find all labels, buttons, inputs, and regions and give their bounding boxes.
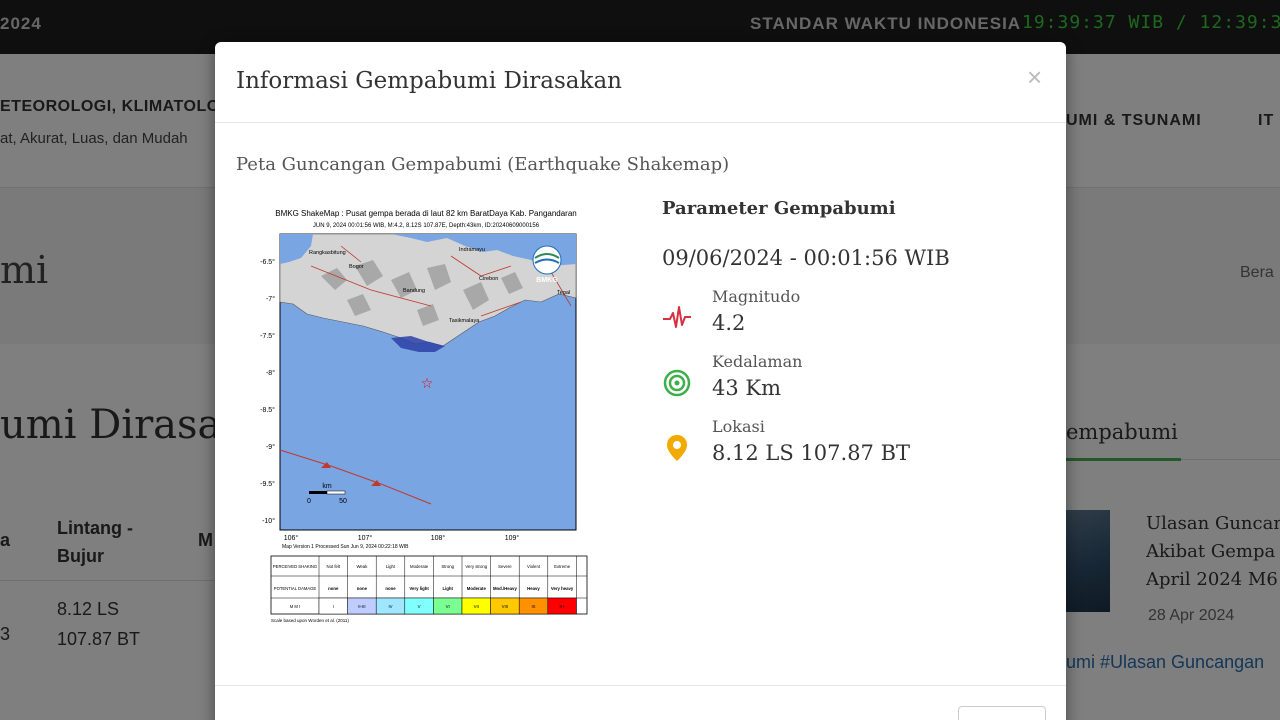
legend-damage-label: Mod./Heavy (493, 586, 517, 591)
legend-damage-label: none (385, 586, 396, 591)
modal-title: Informasi Gempabumi Dirasakan (236, 68, 622, 94)
earthquake-parameters: Parameter Gempabumi 09/06/2024 - 00:01:5… (662, 194, 1042, 494)
y-tick-label: -6.5° (260, 258, 275, 266)
y-tick-label: -7.5° (260, 332, 275, 340)
legend-mmi-label: IV (388, 604, 392, 609)
legend-mmi-label: V (418, 604, 421, 609)
legend-damage-label: none (328, 586, 339, 591)
legend-damage-label: Very light (409, 586, 429, 591)
legend-shaking-label: Severe (498, 564, 512, 569)
magnitude-label: Magnitudo (712, 287, 801, 306)
mmi-legend: PERCEIVED SHAKING POTENTIAL DAMAGE M M I… (270, 555, 588, 615)
y-tick-label: -10° (262, 517, 275, 525)
location-value: 8.12 LS 107.87 BT (712, 441, 911, 465)
shakemap-title-line2: JUN 9, 2024 00:01:56 WIB, M:4.2, 8.12S 1… (313, 223, 540, 229)
map-city-label: Rangkasbitung (309, 250, 346, 256)
depth-value: 43 Km (712, 376, 781, 400)
bmkg-logo-icon: BMKG (532, 245, 562, 284)
legend-footnote: Scale based upon Worden et al. (2011) (271, 618, 349, 623)
depth-rings-icon (663, 369, 691, 397)
legend-mmi-label: VIII (502, 604, 508, 609)
legend-mmi-label: I (333, 604, 334, 609)
magnitude-row: Magnitudo 4.2 (662, 287, 1042, 343)
magnitude-value: 4.2 (712, 311, 746, 335)
legend-mmi-label: VI (446, 604, 450, 609)
legend-shaking-label: Weak (356, 564, 368, 569)
legend-damage-label: Light (442, 586, 453, 591)
legend-shaking-label: Light (386, 564, 396, 569)
y-tick-label: -8° (266, 369, 275, 377)
map-city-label: Tasikmalaya (449, 318, 480, 324)
map-city-label: Tegal (557, 290, 570, 296)
shakemap-title-line1: BMKG ShakeMap : Pusat gempa berada di la… (275, 209, 577, 218)
x-tick-label: 109° (505, 534, 520, 542)
legend-shaking-label: Not felt (326, 564, 340, 569)
map-city-label: Indramayu (459, 247, 485, 253)
bmkg-logo-text: BMKG (536, 277, 558, 284)
legend-damage-label: Very heavy (551, 586, 574, 591)
map-processed-note: Map Version 1 Processed Sun Jun 9, 2024 … (282, 544, 409, 550)
scale-tick: 50 (339, 498, 347, 505)
map-city-label: Bandung (403, 288, 425, 294)
legend-shaking-label: Extreme (554, 564, 571, 569)
depth-row: Kedalaman 43 Km (662, 352, 1042, 408)
seismograph-icon (663, 306, 691, 328)
earthquake-info-modal: Informasi Gempabumi Dirasakan × Peta Gun… (215, 42, 1066, 720)
seismograph-icon-path (663, 306, 691, 328)
legend-mmi-label: X+ (559, 604, 565, 609)
epicenter-star-icon: ☆ (421, 376, 434, 392)
legend-row-label: PERCEIVED SHAKING (273, 564, 317, 569)
location-label: Lokasi (712, 417, 765, 436)
y-tick-label: -8.5° (260, 406, 275, 414)
map-city-label: Bogor (349, 264, 364, 270)
event-datetime: 09/06/2024 - 00:01:56 WIB (662, 246, 950, 270)
scale-tick: 0 (307, 498, 311, 505)
x-tick-label: 106° (284, 534, 299, 542)
legend-mmi-label: VII (474, 604, 479, 609)
legend-row-label: M M I (290, 604, 300, 609)
location-row: Lokasi 8.12 LS 107.87 BT (662, 417, 1042, 473)
scale-unit: km (322, 483, 332, 490)
y-tick-label: -9.5° (260, 480, 275, 488)
x-tick-label: 108° (431, 534, 446, 542)
y-tick-label: -9° (266, 443, 275, 451)
legend-damage-label: none (357, 586, 368, 591)
modal-header: Informasi Gempabumi Dirasakan × (215, 42, 1066, 123)
shakemap-image: BMKG ShakeMap : Pusat gempa berada di la… (251, 206, 601, 630)
legend-shaking-label: Strong (441, 564, 454, 569)
depth-label: Kedalaman (712, 352, 803, 371)
x-tick-label: 107° (358, 534, 373, 542)
shakemap-subtitle: Peta Guncangan Gempabumi (Earthquake Sha… (236, 154, 730, 175)
legend-mmi-label: II-III (358, 604, 365, 609)
modal-close-button[interactable] (958, 706, 1046, 720)
y-tick-label: -7° (266, 295, 275, 303)
legend-shaking-label: Violent (527, 564, 541, 569)
legend-shaking-label: Very strong (465, 564, 487, 569)
close-icon[interactable]: × (1027, 62, 1042, 93)
legend-damage-label: Moderate (467, 586, 487, 591)
legend-damage-label: Heavy (527, 586, 540, 591)
legend-shaking-label: Moderate (410, 564, 429, 569)
legend-mmi-label: IX (531, 604, 535, 609)
parameters-title: Parameter Gempabumi (662, 198, 896, 219)
legend-row-label: POTENTIAL DAMAGE (274, 586, 317, 591)
modal-footer-divider (215, 685, 1066, 686)
map-city-label: Cirebon (479, 276, 498, 282)
map-pin-icon (667, 435, 687, 461)
